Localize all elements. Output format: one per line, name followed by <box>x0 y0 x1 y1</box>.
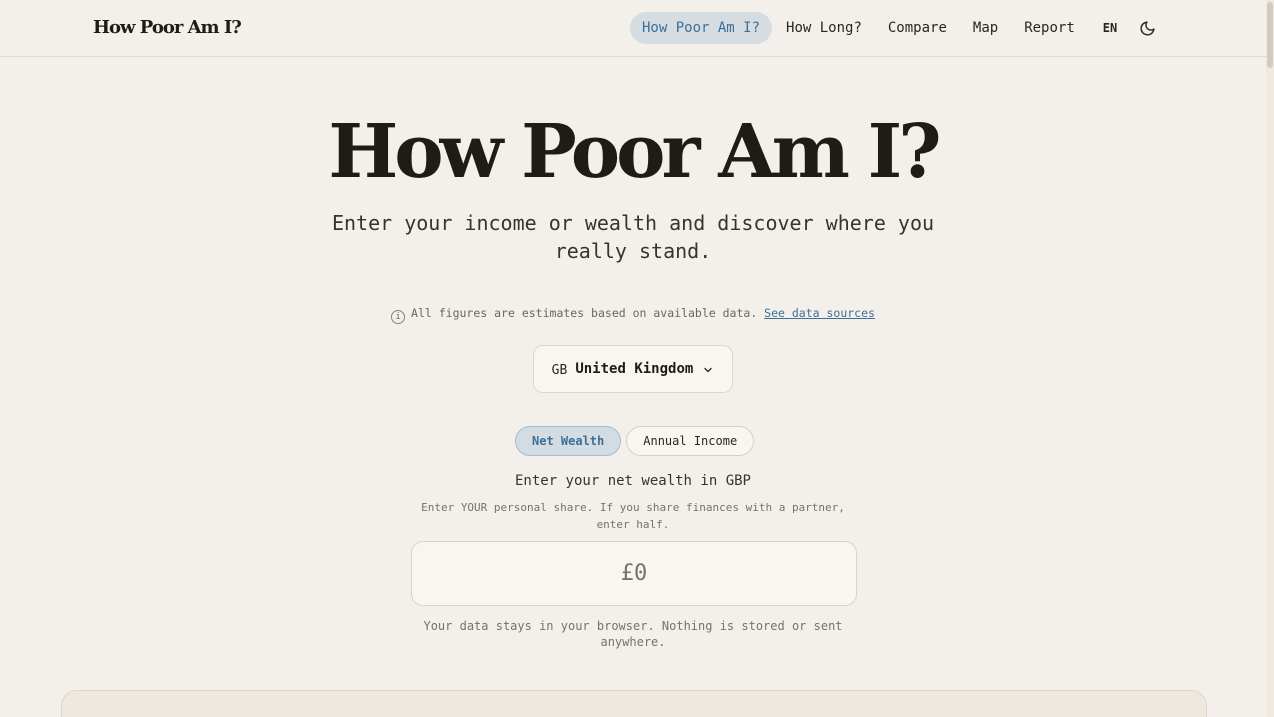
language-selector[interactable]: EN <box>1089 12 1131 44</box>
country-selector[interactable]: GB United Kingdom <box>533 345 733 393</box>
top-navigation-bar: How Poor Am I? How Poor Am I? How Long? … <box>0 0 1266 57</box>
brand-logo[interactable]: How Poor Am I? <box>93 15 242 41</box>
annual-income-tab[interactable]: Annual Income <box>626 426 755 456</box>
nav-how-long[interactable]: How Long? <box>774 12 874 44</box>
page-scrollbar[interactable] <box>1266 0 1274 717</box>
data-disclaimer: i All figures are estimates based on avai… <box>0 304 1266 324</box>
page-subtitle: Enter your income or wealth and discover… <box>331 211 935 263</box>
net-wealth-tab[interactable]: Net Wealth <box>515 426 622 456</box>
wealth-input-hint: Enter YOUR personal share. If you share … <box>421 501 845 531</box>
nav-report[interactable]: Report <box>1012 12 1087 44</box>
data-sources-link[interactable]: See data sources <box>764 306 875 320</box>
nav-compare[interactable]: Compare <box>876 12 959 44</box>
disclaimer-text: All figures are estimates based on avail… <box>411 306 758 320</box>
theme-toggle-button[interactable] <box>1131 12 1163 44</box>
privacy-note: Your data stays in your browser. Nothing… <box>423 619 843 649</box>
results-card <box>61 690 1207 717</box>
moon-icon <box>1140 20 1155 35</box>
wealth-input-label: Enter your net wealth in GBP <box>514 473 751 489</box>
country-code: GB <box>551 363 568 378</box>
nav-how-poor-am-i[interactable]: How Poor Am I? <box>630 12 773 44</box>
info-icon: i <box>391 310 406 324</box>
chevron-down-icon <box>704 367 712 373</box>
scrollbar-thumb[interactable] <box>1267 2 1273 68</box>
wealth-amount-input[interactable] <box>411 541 857 606</box>
country-name: United Kingdom <box>575 361 694 377</box>
mode-toggle: Net Wealth Annual Income <box>515 426 759 456</box>
nav-map[interactable]: Map <box>961 12 1010 44</box>
main-nav: How Poor Am I? How Long? Compare Map Rep… <box>630 12 1163 44</box>
page-title: How Poor Am I? <box>328 109 941 195</box>
